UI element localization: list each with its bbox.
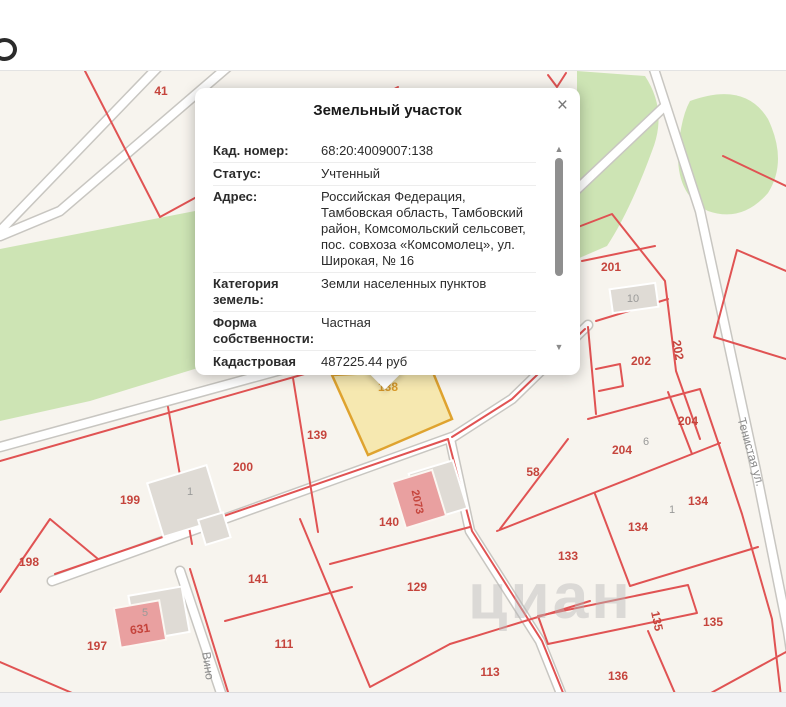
field-value: Российская Федерация, Тамбовская область… [321, 189, 526, 268]
field-value: Земли населенных пунктов [321, 276, 487, 291]
parcel-label: 134 [687, 494, 709, 508]
field-value: 487225.44 руб [321, 354, 408, 369]
field-row-cad-number: Кад. номер: 68:20:4009007:138 [213, 140, 536, 163]
field-label: Категория земель: [213, 276, 279, 307]
scroll-down-icon[interactable]: ▼ [552, 342, 566, 352]
field-value: Частная [321, 315, 371, 330]
parcel-label: 136 [607, 669, 629, 683]
parcel-label: 197 [86, 639, 108, 653]
popup-body: Кад. номер: 68:20:4009007:138 Статус: Уч… [213, 140, 536, 375]
field-label: Статус: [213, 166, 262, 181]
parcel-label: 199 [119, 493, 141, 507]
field-value: 68:20:4009007:138 [321, 143, 434, 158]
scroll-up-icon[interactable]: ▲ [552, 144, 566, 154]
field-row-address: Адрес: Российская Федерация, Тамбовская … [213, 186, 536, 273]
building-label: 1 [668, 504, 676, 516]
parcel-label: 129 [406, 580, 428, 594]
parcel-label: 198 [18, 555, 40, 569]
parcel-label: 135 [702, 615, 724, 629]
parcel-label: 200 [232, 460, 254, 474]
field-value: Учтенный [321, 166, 381, 181]
parcel-label: 140 [378, 515, 400, 529]
building-label: 10 [626, 293, 640, 305]
parcel-label: 204 [611, 443, 633, 457]
parcel-label: 111 [274, 637, 294, 651]
partial-logo-icon [0, 38, 17, 61]
field-row-ownership: Форма собственности: Частная [213, 312, 536, 351]
field-label: Адрес: [213, 189, 258, 204]
field-row-land-category: Категория земель: Земли населенных пункт… [213, 273, 536, 312]
parcel-label: 134 [627, 520, 649, 534]
parcel-label: 631 [129, 620, 151, 638]
parcel-label: 201 [600, 260, 622, 274]
top-bar [0, 0, 786, 71]
parcel-label: 58 [526, 465, 540, 479]
field-row-cadastral-value: Кадастровая стоимость: 487225.44 руб [213, 351, 536, 375]
parcel-label: 41 [154, 84, 168, 98]
parcel-info-popup: Земельный участок × Кад. номер: 68:20:40… [195, 88, 580, 375]
page: циан 41 201 202 202 204 204 58 134 134 1… [0, 0, 786, 707]
popup-title: Земельный участок [313, 102, 462, 119]
field-label: Кадастровая стоимость: [213, 354, 296, 375]
parcel-label: 139 [306, 428, 328, 442]
popup-scrollbar[interactable]: ▲ ▼ [552, 144, 566, 359]
building-label: 6 [642, 436, 650, 448]
parcel-label: 141 [247, 572, 269, 586]
field-label: Форма собственности: [213, 315, 315, 346]
close-icon[interactable]: × [555, 94, 570, 117]
field-label: Кад. номер: [213, 143, 289, 158]
parcel-label: 204 [677, 414, 699, 428]
scrollbar-thumb[interactable] [555, 158, 563, 276]
watermark: циан [468, 560, 633, 632]
field-row-status: Статус: Учтенный [213, 163, 536, 186]
parcel-label: 202 [630, 354, 652, 368]
building-label: 5 [141, 607, 149, 619]
bottom-strip [0, 692, 786, 707]
building-label: 1 [186, 486, 194, 498]
parcel-label: 113 [480, 665, 500, 679]
parcel-label: 133 [557, 549, 579, 563]
